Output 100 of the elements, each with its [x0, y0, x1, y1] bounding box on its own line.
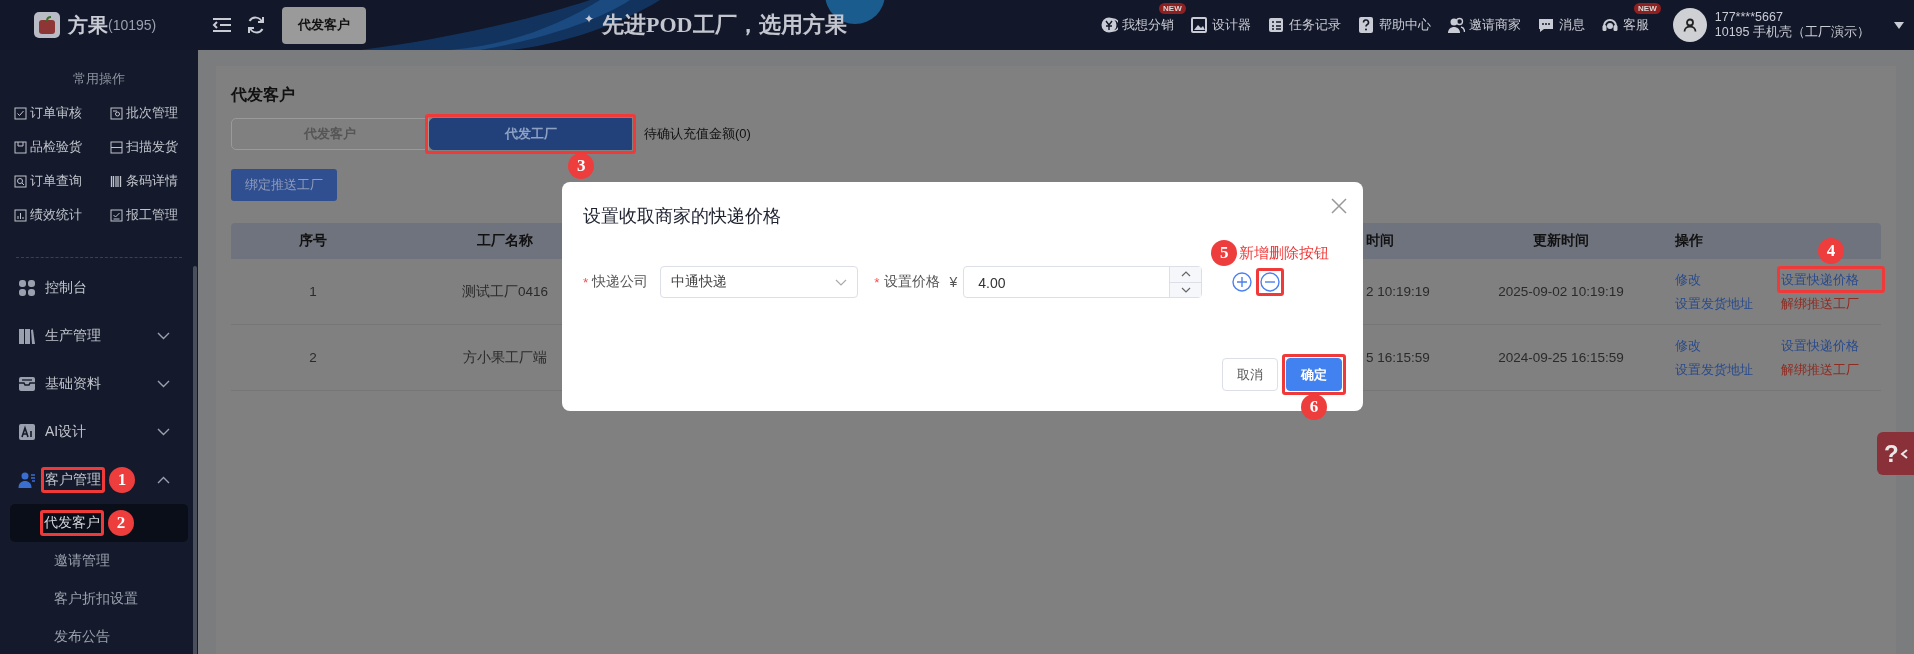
user-company: 10195 手机壳（工厂演示）	[1714, 25, 1870, 40]
shortcut-link[interactable]: 品检验货	[14, 130, 110, 164]
logo-icon	[34, 12, 60, 38]
chat-icon	[1536, 16, 1555, 34]
scrollbar[interactable]	[193, 266, 197, 654]
callout-badge: 2	[108, 510, 134, 536]
user-phone: 177****5667	[1714, 10, 1784, 25]
menu-icon[interactable]	[212, 17, 232, 33]
column-header: 更新时间	[1533, 232, 1589, 250]
highlight-frame	[1282, 354, 1346, 395]
table-cell: 方小果工厂端	[463, 348, 547, 367]
shortcut-link[interactable]: 订单审核	[14, 96, 110, 130]
table-cell: 1	[309, 284, 317, 299]
arrow-left-icon	[1899, 448, 1908, 459]
shortcut-link[interactable]: 扫描发货	[110, 130, 198, 164]
caret-icon[interactable]	[1894, 21, 1904, 29]
header-link[interactable]: 我想分销	[1099, 16, 1174, 34]
header-link[interactable]: 帮助中心	[1356, 16, 1431, 34]
shortcut-link[interactable]: 报工管理	[110, 198, 198, 232]
table-cell: 测试工厂0416	[461, 282, 548, 301]
chart-icon	[14, 208, 27, 222]
number-input[interactable]: 4.00	[964, 267, 1170, 299]
shortcut-link[interactable]: 批次管理	[110, 96, 198, 130]
check-square-icon	[110, 208, 123, 222]
column-header: 时间	[1366, 232, 1394, 250]
shortcut-link[interactable]: 绩效统计	[14, 198, 110, 232]
chevron-down-icon	[835, 278, 848, 286]
sparkle-mark: ✦	[584, 12, 595, 26]
sidebar-item[interactable]: 控制台	[0, 264, 198, 312]
chevron-up-icon[interactable]	[1180, 271, 1191, 278]
dialog-title: 设置收取商家的快递价格	[583, 205, 782, 228]
slogan: 先进POD工厂，选用方果	[602, 11, 847, 39]
avatar[interactable]	[1672, 8, 1707, 42]
help-icon	[1356, 16, 1375, 34]
list-icon	[1266, 16, 1285, 34]
submenu-item[interactable]: 代发客户 2	[10, 504, 188, 542]
currency-sign: ¥	[949, 274, 958, 290]
document-icon	[110, 106, 123, 120]
barcode-icon	[110, 174, 123, 188]
refresh-icon[interactable]	[246, 15, 266, 35]
table-cell: 2024-09-25 16:15:59	[1498, 350, 1624, 365]
pending-amount: 待确认充值金额(0)	[644, 125, 751, 143]
required-mark: *	[874, 274, 880, 290]
person-icon	[1682, 18, 1697, 32]
submenu-item[interactable]: 客户折扣设置	[10, 580, 188, 618]
highlight-frame	[41, 467, 105, 493]
column-header: 操作	[1675, 232, 1704, 250]
table-cell: 5 16:15:59	[1366, 350, 1430, 365]
select-field[interactable]: 中通快递	[660, 266, 859, 298]
sidebar-item[interactable]: 生产管理	[0, 312, 198, 360]
highlight-frame	[40, 510, 104, 536]
header-link[interactable]: 设计器	[1189, 16, 1251, 34]
image-icon	[1189, 16, 1208, 34]
cancel-button[interactable]: 取消	[1222, 358, 1278, 391]
tab[interactable]: 代发工厂	[429, 118, 632, 150]
tile-icon	[18, 423, 36, 441]
grid-icon	[18, 279, 36, 297]
add-icon[interactable]	[1232, 272, 1253, 292]
submenu-item[interactable]: 发布公告	[10, 618, 188, 654]
help-tab[interactable]: ?	[1877, 432, 1914, 475]
remove-icon[interactable]	[1260, 272, 1281, 292]
header-link[interactable]: 消息	[1536, 16, 1585, 34]
sidebar-item[interactable]: 客户管理 1	[0, 456, 198, 504]
callout-badge: 3	[568, 153, 595, 179]
coin-icon	[1099, 16, 1118, 34]
callout-badge: 5	[1211, 240, 1238, 266]
check-square-icon	[14, 106, 27, 120]
number-field[interactable]: 4.00	[963, 266, 1203, 298]
search-icon	[14, 174, 27, 188]
header-link[interactable]: 邀请商家	[1446, 16, 1521, 34]
account-code: (10195)	[108, 17, 157, 33]
shortcut-link[interactable]: 条码详情	[110, 164, 198, 198]
column-header: 工厂名称	[477, 232, 533, 250]
field-label: 快递公司	[592, 273, 649, 291]
table-cell: 2025-09-02 10:19:19	[1498, 284, 1624, 299]
panel-icon	[110, 140, 123, 154]
headset-icon	[1600, 16, 1619, 34]
logo-name: 方果	[68, 12, 108, 38]
page-tab[interactable]: 代发客户	[282, 6, 366, 44]
table-cell: 2 10:19:19	[1366, 284, 1430, 299]
page-title: 代发客户	[231, 85, 296, 105]
callout-badge: 1	[109, 467, 135, 493]
required-mark: *	[583, 274, 589, 290]
new-badge: NEW	[1159, 3, 1186, 14]
confirm-button[interactable]: 确定	[1286, 358, 1342, 391]
header-link[interactable]: 客服	[1600, 16, 1649, 34]
new-badge: NEW	[1634, 3, 1661, 14]
submenu-item[interactable]: 邀请管理	[10, 542, 188, 580]
chevron-down-icon[interactable]	[1180, 286, 1191, 293]
sidebar-item[interactable]: AI设计	[0, 408, 198, 456]
users-icon	[1446, 16, 1465, 34]
section-title: 常用操作	[72, 71, 126, 87]
shortcut-link[interactable]: 订单查询	[14, 164, 110, 198]
annotation-note: 新增删除按钮	[1239, 243, 1330, 263]
box-icon	[14, 140, 27, 154]
tray-icon	[18, 375, 36, 393]
header-link[interactable]: 任务记录	[1266, 16, 1341, 34]
column-header: 序号	[299, 232, 327, 250]
sidebar-item[interactable]: 基础资料	[0, 360, 198, 408]
close-icon[interactable]	[1331, 198, 1347, 214]
